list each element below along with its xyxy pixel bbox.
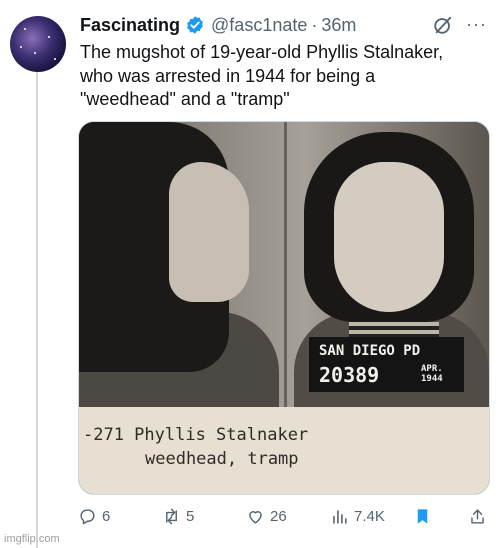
tweet-time[interactable]: 36m xyxy=(321,15,356,36)
reply-count: 6 xyxy=(102,507,111,525)
repost-button[interactable]: 5 xyxy=(162,505,194,527)
verified-badge-icon xyxy=(187,16,203,34)
author-name[interactable]: Fascinating xyxy=(80,15,180,36)
name-strip: -271 Phyllis Stalnaker weedhead, tramp xyxy=(79,407,489,494)
placard-month: APR. xyxy=(421,364,443,374)
mugshot-photo[interactable]: SAN DIEGO PD 20389 APR. 1944 -271 Phylli… xyxy=(78,121,490,495)
share-button[interactable] xyxy=(468,505,492,527)
placard-department: SAN DIEGO PD xyxy=(319,343,421,359)
thread-rail xyxy=(36,68,38,548)
tweet-text: The mugshot of 19-year-old Phyllis Staln… xyxy=(80,41,490,112)
tweet-text-line: who was arrested in 1944 for being a xyxy=(80,65,376,86)
front-face xyxy=(334,162,444,312)
tweet-header: Fascinating @fasc1nate · 36m xyxy=(80,13,356,37)
views-icon xyxy=(333,509,347,524)
strip-line-charges: weedhead, tramp xyxy=(145,449,299,469)
placard-year: 1944 xyxy=(421,374,443,384)
booking-placard: SAN DIEGO PD 20389 APR. 1944 xyxy=(309,337,464,392)
views-count: 7.4K xyxy=(354,507,385,525)
author-handle[interactable]: @fasc1nate xyxy=(211,15,307,36)
grok-icon[interactable] xyxy=(432,14,454,36)
bookmark-button[interactable] xyxy=(413,505,437,527)
placard-date: APR. 1944 xyxy=(421,364,443,384)
separator-dot: · xyxy=(311,14,318,35)
repost-count: 5 xyxy=(186,507,195,525)
strip-line-name: -271 Phyllis Stalnaker xyxy=(83,425,309,445)
avatar[interactable] xyxy=(10,16,66,72)
share-icon xyxy=(471,508,484,524)
tweet-text-line: The mugshot of 19-year-old Phyllis Staln… xyxy=(80,42,444,62)
heart-icon xyxy=(249,510,262,524)
watermark: imgflip.com xyxy=(4,533,60,545)
photo-divider xyxy=(284,122,287,412)
like-count: 26 xyxy=(270,507,287,525)
placard-number: 20389 xyxy=(319,363,380,387)
tweet-text-line: "weedhead" and a "tramp" xyxy=(80,89,290,109)
reply-button[interactable]: 6 xyxy=(78,505,110,527)
repost-icon xyxy=(166,508,177,524)
views-button[interactable]: 7.4K xyxy=(330,505,385,527)
profile-face xyxy=(169,162,249,302)
bookmark-icon xyxy=(417,508,428,524)
action-bar: 6 5 26 7.4K xyxy=(78,505,490,527)
reply-icon xyxy=(80,508,95,524)
more-icon[interactable]: ··· xyxy=(466,14,487,34)
like-button[interactable]: 26 xyxy=(246,505,287,527)
